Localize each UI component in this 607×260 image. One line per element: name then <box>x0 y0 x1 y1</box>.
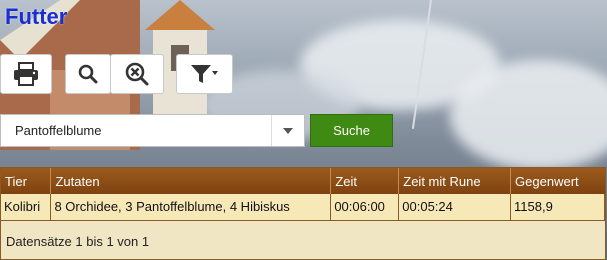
print-icon <box>14 62 38 86</box>
cell-zeit-mit-rune: 00:05:24 <box>398 194 512 221</box>
table-header-row: Tier Zutaten Zeit Zeit mit Rune Gegenwer… <box>1 168 605 194</box>
ingredient-select[interactable]: Pantoffelblume <box>0 114 305 147</box>
chevron-down-icon <box>283 127 293 134</box>
table-row[interactable]: Kolibri 8 Orchidee, 3 Pantoffelblume, 4 … <box>1 194 605 221</box>
page-title: Futter <box>5 4 68 29</box>
cell-tier: Kolibri <box>1 194 52 221</box>
column-header-zutaten[interactable]: Zutaten <box>50 168 332 194</box>
column-header-zeit-mit-rune[interactable]: Zeit mit Rune <box>398 168 512 194</box>
record-count: Datensätze 1 bis 1 von 1 <box>6 234 150 249</box>
filter-button[interactable] <box>176 54 233 94</box>
search-button[interactable] <box>65 54 111 94</box>
column-header-tier[interactable]: Tier <box>1 168 52 194</box>
cell-zeit: 00:06:00 <box>330 194 400 221</box>
filter-dropdown-icon <box>190 65 218 83</box>
search-submit-button[interactable]: Suche <box>310 114 393 147</box>
results-table: Tier Zutaten Zeit Zeit mit Rune Gegenwer… <box>1 168 605 221</box>
print-button[interactable] <box>0 54 52 94</box>
column-header-gegenwert[interactable]: Gegenwert <box>510 168 605 194</box>
select-dropdown-arrow[interactable] <box>271 115 304 146</box>
zoom-cancel-icon <box>125 62 149 86</box>
results-grid: Tier Zutaten Zeit Zeit mit Rune Gegenwer… <box>0 167 606 260</box>
search-icon <box>78 64 98 84</box>
column-header-zeit[interactable]: Zeit <box>330 168 400 194</box>
clear-search-button[interactable] <box>110 54 164 94</box>
ingredient-select-value: Pantoffelblume <box>15 123 102 138</box>
cell-gegenwert: 1158,9 <box>510 194 605 221</box>
cell-zutaten: 8 Orchidee, 3 Pantoffelblume, 4 Hibiskus <box>50 194 332 221</box>
